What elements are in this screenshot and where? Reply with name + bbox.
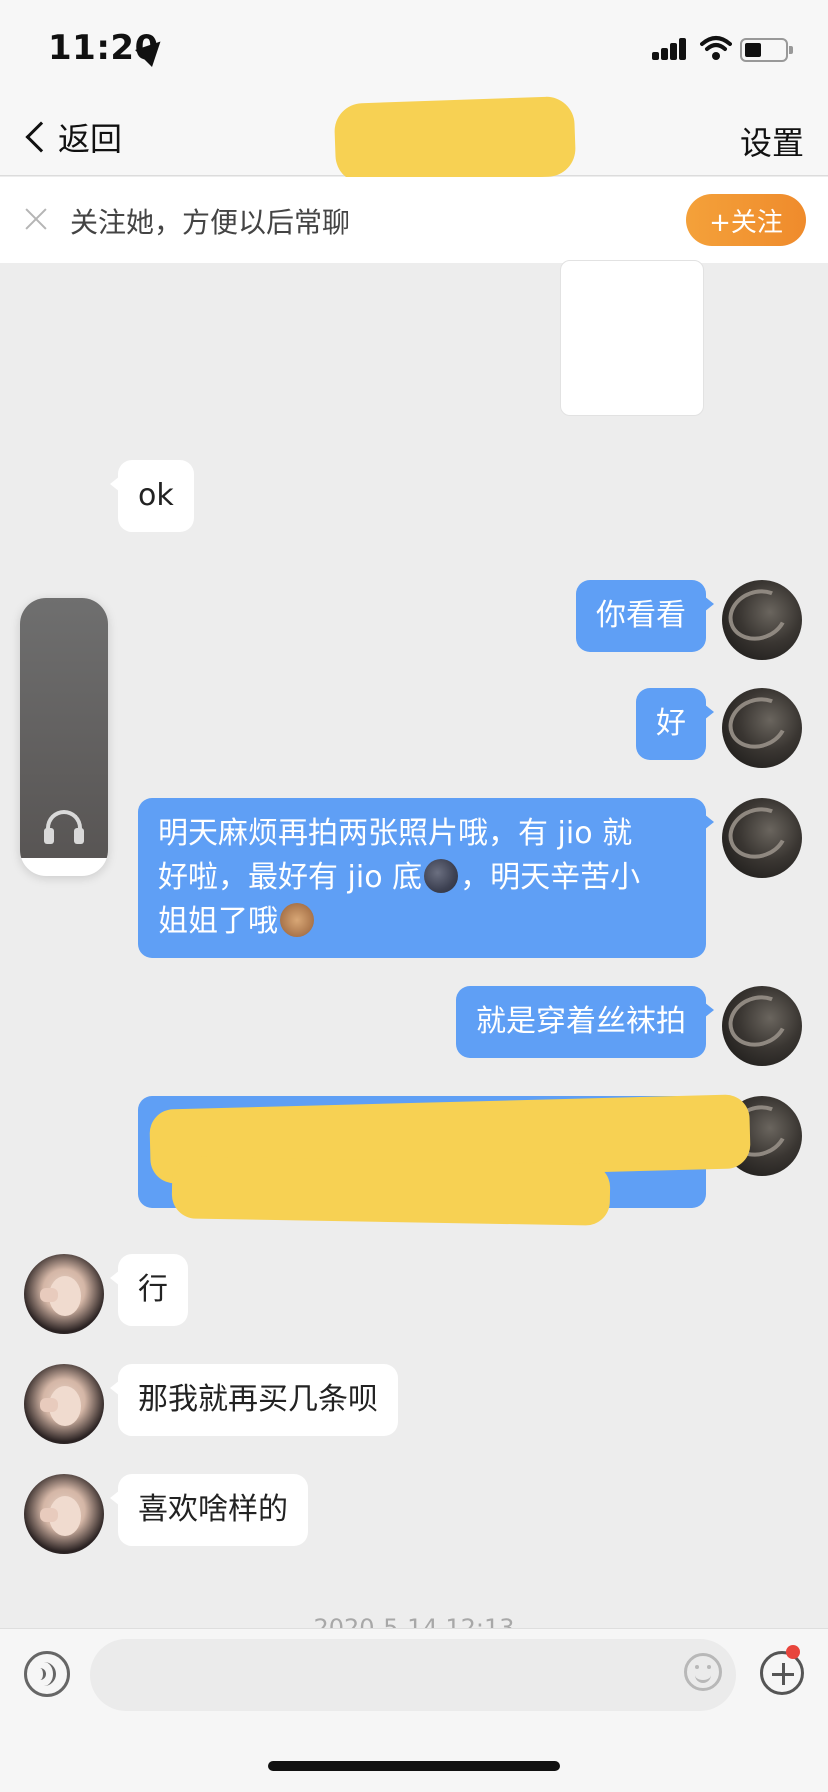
- chevron-left-icon: [25, 121, 57, 153]
- plus-icon[interactable]: [760, 1651, 804, 1695]
- message-bubble-sent[interactable]: 就是穿着丝袜拍: [456, 986, 714, 1058]
- new-moon-face-icon: [424, 859, 459, 893]
- message-bubble-received[interactable]: 行: [110, 1254, 188, 1326]
- input-bar: [0, 1628, 828, 1792]
- settings-button[interactable]: 设置: [740, 118, 804, 164]
- message-bubble-received[interactable]: ok: [110, 460, 194, 532]
- message-bubble-received[interactable]: 那我就再买几条呗: [110, 1364, 398, 1436]
- status-bar: 11:20: [0, 0, 828, 100]
- home-indicator: [268, 1761, 560, 1771]
- my-avatar[interactable]: [722, 986, 802, 1066]
- message-line: 姐姐了哦: [158, 904, 278, 939]
- follow-button[interactable]: +关注: [686, 194, 806, 246]
- notification-dot: [786, 1645, 800, 1659]
- message-bubble-received[interactable]: 喜欢啥样的: [110, 1474, 308, 1546]
- back-label: 返回: [58, 120, 123, 158]
- emoji-icon[interactable]: [684, 1653, 722, 1691]
- message-list: ok 你看看 好 明天麻烦再拍两张照片哦，有 jio 就 好啦，最好有 jio …: [0, 260, 828, 1642]
- contact-avatar[interactable]: [24, 1364, 104, 1444]
- battery-icon: [740, 38, 793, 62]
- redaction-mark: [171, 1156, 611, 1226]
- message-bubble-sent[interactable]: 明天麻烦再拍两张照片哦，有 jio 就 好啦，最好有 jio 底 ，明天辛苦小 姐…: [138, 798, 714, 958]
- voice-icon[interactable]: [24, 1651, 70, 1697]
- message-line: 明天麻烦再拍两张照片哦，有 jio 就: [158, 816, 633, 851]
- message-bubble-sent[interactable]: 你看看: [576, 580, 714, 652]
- follow-prompt-text: 关注她，方便以后常聊: [70, 206, 351, 239]
- message-input[interactable]: [90, 1639, 736, 1711]
- message-line: ，明天辛苦小: [460, 860, 641, 895]
- my-avatar[interactable]: [722, 580, 802, 660]
- redacted-title: [333, 95, 577, 185]
- back-button[interactable]: 返回: [20, 112, 122, 162]
- see-no-evil-monkey-icon: [280, 903, 314, 937]
- follow-banner: 关注她，方便以后常聊 +关注: [0, 177, 828, 263]
- my-avatar[interactable]: [722, 798, 802, 878]
- contact-avatar[interactable]: [24, 1254, 104, 1334]
- chat-screen: 11:20 返回 设置 关注她，方便以后常聊 +关注 ok 你看看 好 明天麻烦…: [0, 0, 828, 1792]
- message-bubble-sent[interactable]: 好: [636, 688, 714, 760]
- floating-audio-widget[interactable]: [20, 598, 108, 876]
- signal-icon: [652, 38, 688, 60]
- image-message[interactable]: [560, 260, 704, 416]
- close-icon[interactable]: [24, 207, 48, 231]
- my-avatar[interactable]: [722, 688, 802, 768]
- nav-bar: 返回 设置: [0, 95, 828, 185]
- wifi-icon: [700, 36, 732, 60]
- contact-avatar[interactable]: [24, 1474, 104, 1554]
- message-line: 好啦，最好有 jio 底: [158, 860, 423, 895]
- headphones-icon: [44, 810, 84, 846]
